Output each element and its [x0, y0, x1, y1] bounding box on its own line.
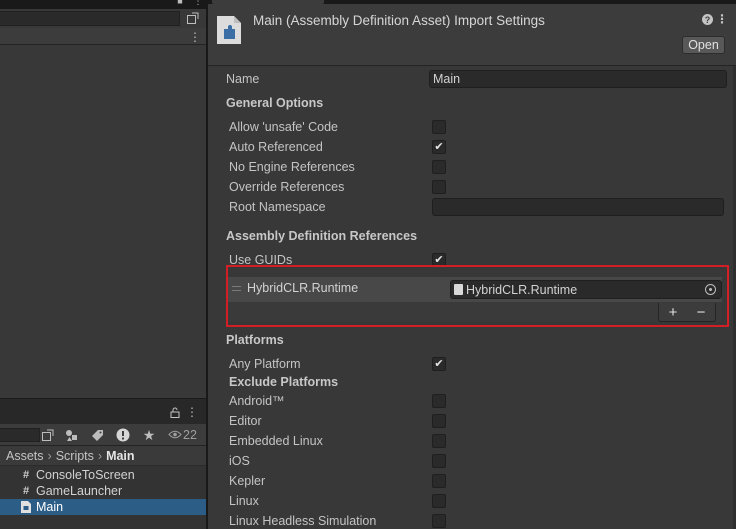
assembly-references-heading: Assembly Definition References	[226, 229, 418, 243]
platform-label-embedded-linux: Embedded Linux	[229, 434, 323, 448]
list-item[interactable]: # ConsoleToScreen	[0, 467, 206, 483]
lock-icon[interactable]: ■	[172, 0, 188, 6]
exclude-platforms-heading: Exclude Platforms	[229, 375, 339, 389]
lock-icon[interactable]	[167, 404, 183, 420]
breadcrumb-assets[interactable]: Assets	[6, 449, 44, 463]
name-field[interactable]: Main	[429, 70, 727, 88]
platform-checkbox-embedded-linux[interactable]	[432, 434, 446, 448]
override-references-label: Override References	[229, 180, 345, 194]
platform-label-linux-headless: Linux Headless Simulation	[229, 514, 377, 528]
auto-referenced-label: Auto Referenced	[229, 140, 323, 154]
list-item[interactable]: Main	[0, 499, 206, 515]
kebab-menu-icon[interactable]: ⋮	[716, 12, 728, 26]
kebab-menu-icon[interactable]: ⋮	[190, 0, 206, 6]
chevron-right-icon: ›	[97, 448, 103, 463]
assembly-definition-icon	[216, 15, 242, 45]
breadcrumb-scripts[interactable]: Scripts	[56, 449, 94, 463]
search-filter-icon[interactable]	[40, 427, 56, 443]
help-icon[interactable]: ?	[702, 14, 713, 25]
csharp-icon: #	[22, 485, 30, 497]
platforms-heading: Platforms	[226, 333, 284, 347]
kebab-menu-icon[interactable]: ⋮	[184, 404, 200, 420]
breadcrumb: Assets › Scripts › Main	[0, 446, 206, 466]
file-name: ConsoleToScreen	[36, 468, 135, 482]
favorites-star-icon[interactable]: ★	[141, 427, 157, 443]
auto-referenced-checkbox[interactable]: ✔	[432, 140, 446, 154]
hierarchy-search-input[interactable]	[0, 11, 180, 26]
platform-checkbox-linux-headless[interactable]	[432, 514, 446, 528]
project-search-input[interactable]	[0, 428, 40, 442]
eye-count-label: 22	[183, 428, 197, 442]
any-platform-label: Any Platform	[229, 357, 301, 371]
warning-filter-icon[interactable]	[115, 427, 131, 443]
open-button[interactable]: Open	[682, 36, 725, 54]
hierarchy-body	[0, 45, 206, 398]
kebab-menu-icon[interactable]: ⋮	[187, 29, 203, 45]
any-platform-checkbox[interactable]: ✔	[432, 357, 446, 371]
no-engine-references-checkbox[interactable]	[432, 160, 446, 174]
platform-label-ios: iOS	[229, 454, 250, 468]
inspector-title: Main (Assembly Definition Asset) Import …	[253, 13, 545, 28]
platform-label-kepler: Kepler	[229, 474, 266, 488]
checkmark-icon: ✔	[434, 253, 444, 266]
platform-checkbox-editor[interactable]	[432, 414, 446, 428]
general-options-heading: General Options	[226, 96, 324, 110]
csharp-icon: #	[22, 469, 30, 481]
allow-unsafe-checkbox[interactable]	[432, 120, 446, 134]
no-engine-references-label: No Engine References	[229, 160, 355, 174]
hierarchy-scene-row[interactable]: ⋮	[0, 28, 206, 45]
search-filter-icon[interactable]	[185, 10, 201, 26]
platform-checkbox-ios[interactable]	[432, 454, 446, 468]
platform-checkbox-kepler[interactable]	[432, 474, 446, 488]
root-namespace-label: Root Namespace	[229, 200, 326, 214]
name-label: Name	[226, 72, 260, 86]
platform-checkbox-android[interactable]	[432, 394, 446, 408]
file-name: GameLauncher	[36, 484, 123, 498]
hierarchy-tab-bar: ■ ⋮	[0, 0, 206, 9]
visibility-count[interactable]: 22	[168, 427, 206, 443]
platform-checkbox-linux[interactable]	[432, 494, 446, 508]
platform-label-editor: Editor	[229, 414, 262, 428]
platform-label-linux: Linux	[229, 494, 259, 508]
highlight-box	[226, 265, 729, 327]
filter-by-type-icon[interactable]	[63, 427, 79, 443]
assembly-definition-icon	[20, 501, 32, 513]
platform-label-android: Android™	[229, 394, 285, 408]
project-tab-bar: ⋮	[0, 398, 206, 424]
filter-by-label-icon[interactable]	[89, 427, 105, 443]
breadcrumb-main[interactable]: Main	[106, 449, 134, 463]
list-item[interactable]: # GameLauncher	[0, 483, 206, 499]
override-references-checkbox[interactable]	[432, 180, 446, 194]
allow-unsafe-label: Allow 'unsafe' Code	[229, 120, 339, 134]
file-name: Main	[36, 500, 64, 514]
chevron-right-icon: ›	[47, 448, 52, 463]
root-namespace-field[interactable]	[432, 198, 724, 216]
eye-icon	[168, 428, 182, 442]
checkmark-icon: ✔	[434, 140, 444, 153]
project-file-list: # ConsoleToScreen # GameLauncher Main	[0, 466, 206, 529]
checkmark-icon: ✔	[434, 357, 444, 370]
